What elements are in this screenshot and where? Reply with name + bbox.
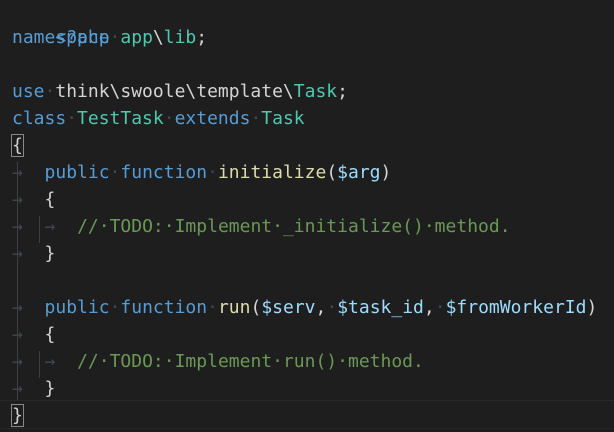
todo-comment: //·TODO:·Implement·_initialize()·method. <box>77 216 511 237</box>
close-brace-class: } <box>11 404 24 427</box>
todo-comment: //·TODO:·Implement·run()·method. <box>77 351 424 372</box>
code-line-9[interactable]: → → //·TODO:·Implement·_initialize()·met… <box>12 213 511 240</box>
use-keyword: use <box>12 81 45 102</box>
code-line-6[interactable]: { <box>11 132 24 159</box>
namespace-keyword: namespace <box>12 27 110 48</box>
method-run: run <box>217 297 251 318</box>
namespace-name: app <box>120 27 153 48</box>
code-line-2[interactable]: namespace·app\lib; <box>12 24 207 51</box>
code-line-10[interactable]: → } <box>12 240 55 267</box>
code-editor[interactable]: <?php namespace·app\lib; use·think\swool… <box>0 0 614 432</box>
code-line-13[interactable]: → { <box>12 321 55 348</box>
current-line-highlight <box>0 400 614 429</box>
code-line-14[interactable]: → → //·TODO:·Implement·run()·method. <box>12 348 424 375</box>
code-line-8[interactable]: → { <box>12 186 55 213</box>
code-line-16[interactable]: } <box>11 402 24 429</box>
open-brace-class: { <box>11 134 24 157</box>
imported-class: Task <box>293 81 338 102</box>
code-line-4[interactable]: use·think\swoole\template\Task; <box>12 78 348 105</box>
code-line-5[interactable]: class·TestTask·extends·Task <box>12 105 305 132</box>
class-keyword: class <box>12 108 67 129</box>
code-line-7[interactable]: → public·function·initialize($arg) <box>12 159 391 186</box>
class-name: TestTask <box>77 108 164 129</box>
code-line-1[interactable]: <?php <box>12 0 109 48</box>
code-line-12[interactable]: → public·function·run($serv,·$task_id,·$… <box>12 294 597 321</box>
method-initialize: initialize <box>217 162 327 183</box>
code-line-15[interactable]: → } <box>12 375 55 402</box>
